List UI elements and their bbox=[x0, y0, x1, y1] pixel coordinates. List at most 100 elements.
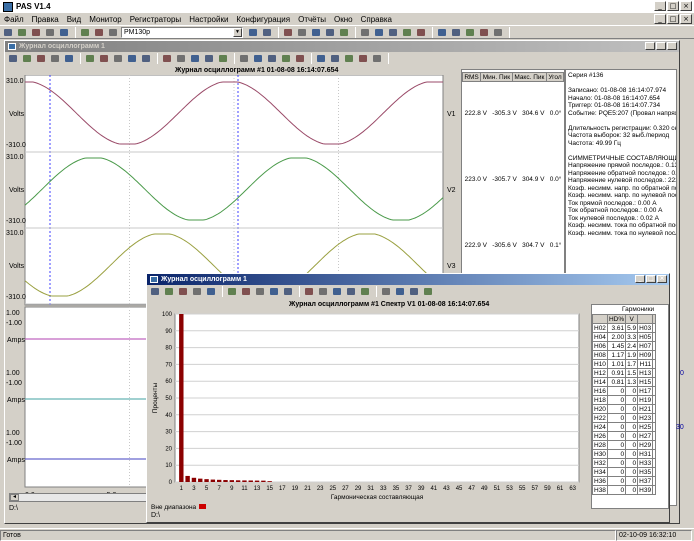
wave-tool-2-icon[interactable] bbox=[35, 53, 47, 64]
harmonic-bar-2[interactable] bbox=[185, 475, 190, 482]
wave-tool-3-icon[interactable] bbox=[49, 53, 61, 64]
mdi-restore-button[interactable]: □ bbox=[667, 14, 679, 24]
menu-item-3[interactable]: Монитор bbox=[89, 15, 122, 24]
spectrum-maximize-button[interactable]: □ bbox=[646, 275, 656, 283]
spec-tool-4-icon[interactable] bbox=[205, 286, 217, 297]
harmonic-bar-14[interactable] bbox=[261, 480, 266, 482]
table-row[interactable]: H24 0 0 H25 bbox=[592, 422, 657, 432]
main-tool-12-icon[interactable] bbox=[282, 27, 294, 38]
device-select[interactable]: PM130p ▼ bbox=[121, 26, 243, 38]
harmonic-bar-12[interactable] bbox=[248, 480, 253, 482]
wave-tool-1-icon[interactable] bbox=[21, 53, 33, 64]
spectrum-close-button[interactable]: × bbox=[657, 275, 667, 283]
main-tool-2-icon[interactable] bbox=[30, 27, 42, 38]
wave-tool-19-icon[interactable] bbox=[252, 53, 264, 64]
table-row[interactable]: H30 0 0 H31 bbox=[592, 449, 657, 459]
spec-tool-15-icon[interactable] bbox=[345, 286, 357, 297]
main-tool-14-icon[interactable] bbox=[310, 27, 322, 38]
spec-tool-10-icon[interactable] bbox=[282, 286, 294, 297]
mdi-minimize-button[interactable]: _ bbox=[654, 14, 666, 24]
main-tool-19-icon[interactable] bbox=[373, 27, 385, 38]
wave-tool-14-icon[interactable] bbox=[189, 53, 201, 64]
wave-tool-20-icon[interactable] bbox=[266, 53, 278, 64]
harmonic-bar-13[interactable] bbox=[254, 480, 260, 482]
main-tool-4-icon[interactable] bbox=[58, 27, 70, 38]
harmonic-bar-6[interactable] bbox=[210, 479, 216, 482]
menu-item-7[interactable]: Отчёты bbox=[298, 15, 326, 24]
wave-tool-22-icon[interactable] bbox=[294, 53, 306, 64]
wave-tool-13-icon[interactable] bbox=[175, 53, 187, 64]
table-row[interactable]: H38 0 0 H39 bbox=[592, 485, 657, 495]
harmonic-bar-15[interactable] bbox=[267, 481, 272, 482]
spec-tool-12-icon[interactable] bbox=[303, 286, 315, 297]
menu-item-9[interactable]: Справка bbox=[361, 15, 392, 24]
table-row[interactable]: H34 0 0 H35 bbox=[592, 467, 657, 477]
table-row[interactable]: H22 0 0 H23 bbox=[592, 413, 657, 423]
menu-item-4[interactable]: Регистраторы bbox=[130, 15, 181, 24]
wave-tool-24-icon[interactable] bbox=[315, 53, 327, 64]
table-row[interactable]: H12 0.91 1.5 H13 bbox=[592, 368, 657, 378]
harmonic-bar-10[interactable] bbox=[235, 480, 241, 482]
wave-tool-12-icon[interactable] bbox=[161, 53, 173, 64]
scroll-left-arrow[interactable]: ◂ bbox=[10, 494, 19, 501]
main-tool-8-icon[interactable] bbox=[107, 27, 119, 38]
spec-tool-2-icon[interactable] bbox=[177, 286, 189, 297]
child-close-button[interactable]: × bbox=[667, 42, 677, 50]
main-tool-6-icon[interactable] bbox=[79, 27, 91, 38]
harmonic-bar-3[interactable] bbox=[191, 477, 197, 482]
menu-item-1[interactable]: Правка bbox=[32, 15, 59, 24]
spectrum-chart[interactable]: 01020304050607080901001 3 5 7 9 11 13 15 17 19 21 2… bbox=[149, 310, 585, 512]
harmonic-bar-1[interactable] bbox=[179, 314, 184, 482]
spec-tool-16-icon[interactable] bbox=[359, 286, 371, 297]
table-row[interactable]: H18 0 0 H19 bbox=[592, 395, 657, 405]
main-tool-20-icon[interactable] bbox=[387, 27, 399, 38]
wave-tool-6-icon[interactable] bbox=[84, 53, 96, 64]
wave-tool-25-icon[interactable] bbox=[329, 53, 341, 64]
main-tool-9-icon[interactable] bbox=[247, 27, 259, 38]
spec-tool-3-icon[interactable] bbox=[191, 286, 203, 297]
harmonic-bar-7[interactable] bbox=[216, 479, 222, 482]
spec-tool-18-icon[interactable] bbox=[380, 286, 392, 297]
main-tool-18-icon[interactable] bbox=[359, 27, 371, 38]
table-row[interactable]: H32 0 0 H33 bbox=[592, 458, 657, 468]
maximize-button[interactable]: □ bbox=[667, 1, 679, 11]
main-tool-15-icon[interactable] bbox=[324, 27, 336, 38]
main-tool-10-icon[interactable] bbox=[261, 27, 273, 38]
spec-tool-1-icon[interactable] bbox=[163, 286, 175, 297]
main-tool-25-icon[interactable] bbox=[450, 27, 462, 38]
spectrum-minimize-button[interactable]: _ bbox=[635, 275, 645, 283]
harmonic-bar-4[interactable] bbox=[198, 478, 203, 482]
harmonic-bar-9[interactable] bbox=[229, 480, 235, 482]
menu-item-5[interactable]: Настройки bbox=[189, 15, 228, 24]
main-tool-26-icon[interactable] bbox=[464, 27, 476, 38]
wave-tool-18-icon[interactable] bbox=[238, 53, 250, 64]
table-row[interactable]: H02 3.61 5.9 H03 bbox=[592, 323, 657, 333]
table-row[interactable]: H26 0 0 H27 bbox=[592, 431, 657, 441]
close-button[interactable]: × bbox=[680, 1, 692, 11]
table-row[interactable]: H10 1.01 1.7 H11 bbox=[592, 359, 657, 369]
spec-tool-20-icon[interactable] bbox=[408, 286, 420, 297]
spec-tool-19-icon[interactable] bbox=[394, 286, 406, 297]
table-row[interactable]: H08 1.17 1.9 H09 bbox=[592, 350, 657, 360]
spec-tool-21-icon[interactable] bbox=[422, 286, 434, 297]
main-tool-24-icon[interactable] bbox=[436, 27, 448, 38]
table-row[interactable]: H36 0 0 H37 bbox=[592, 476, 657, 486]
wave-tool-21-icon[interactable] bbox=[280, 53, 292, 64]
harmonic-bar-5[interactable] bbox=[204, 479, 209, 482]
main-tool-13-icon[interactable] bbox=[296, 27, 308, 38]
wave-tool-7-icon[interactable] bbox=[98, 53, 110, 64]
menu-item-8[interactable]: Окно bbox=[334, 15, 353, 24]
spec-tool-0-icon[interactable] bbox=[149, 286, 161, 297]
harmonic-bar-11[interactable] bbox=[242, 480, 247, 482]
wave-tool-16-icon[interactable] bbox=[217, 53, 229, 64]
mdi-close-button[interactable]: × bbox=[680, 14, 692, 24]
spec-tool-8-icon[interactable] bbox=[254, 286, 266, 297]
spec-tool-9-icon[interactable] bbox=[268, 286, 280, 297]
main-tool-27-icon[interactable] bbox=[478, 27, 490, 38]
wave-tool-9-icon[interactable] bbox=[126, 53, 138, 64]
table-row[interactable]: H16 0 0 H17 bbox=[592, 386, 657, 396]
spec-tool-7-icon[interactable] bbox=[240, 286, 252, 297]
wave-tool-26-icon[interactable] bbox=[343, 53, 355, 64]
wave-tool-15-icon[interactable] bbox=[203, 53, 215, 64]
table-row[interactable]: H14 0.81 1.3 H15 bbox=[592, 377, 657, 387]
